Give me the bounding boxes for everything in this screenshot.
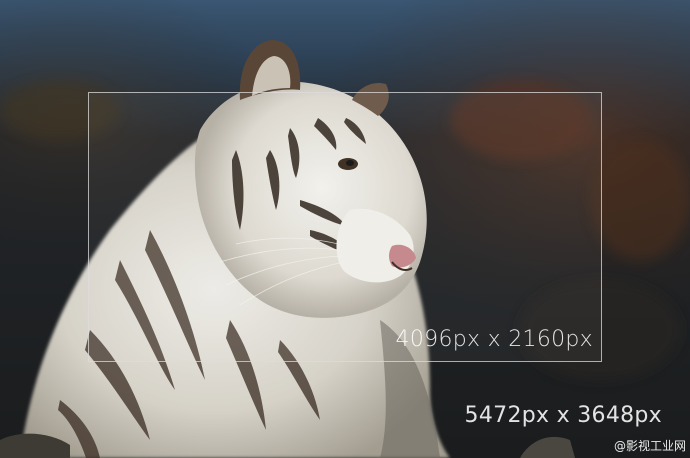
inner-resolution-label: 4096px x 2160px	[395, 327, 593, 352]
watermark: @影视工业网	[613, 439, 686, 453]
crop-frame-4k: 4096px x 2160px	[88, 92, 602, 362]
outer-resolution-label: 5472px x 3648px	[464, 403, 662, 428]
